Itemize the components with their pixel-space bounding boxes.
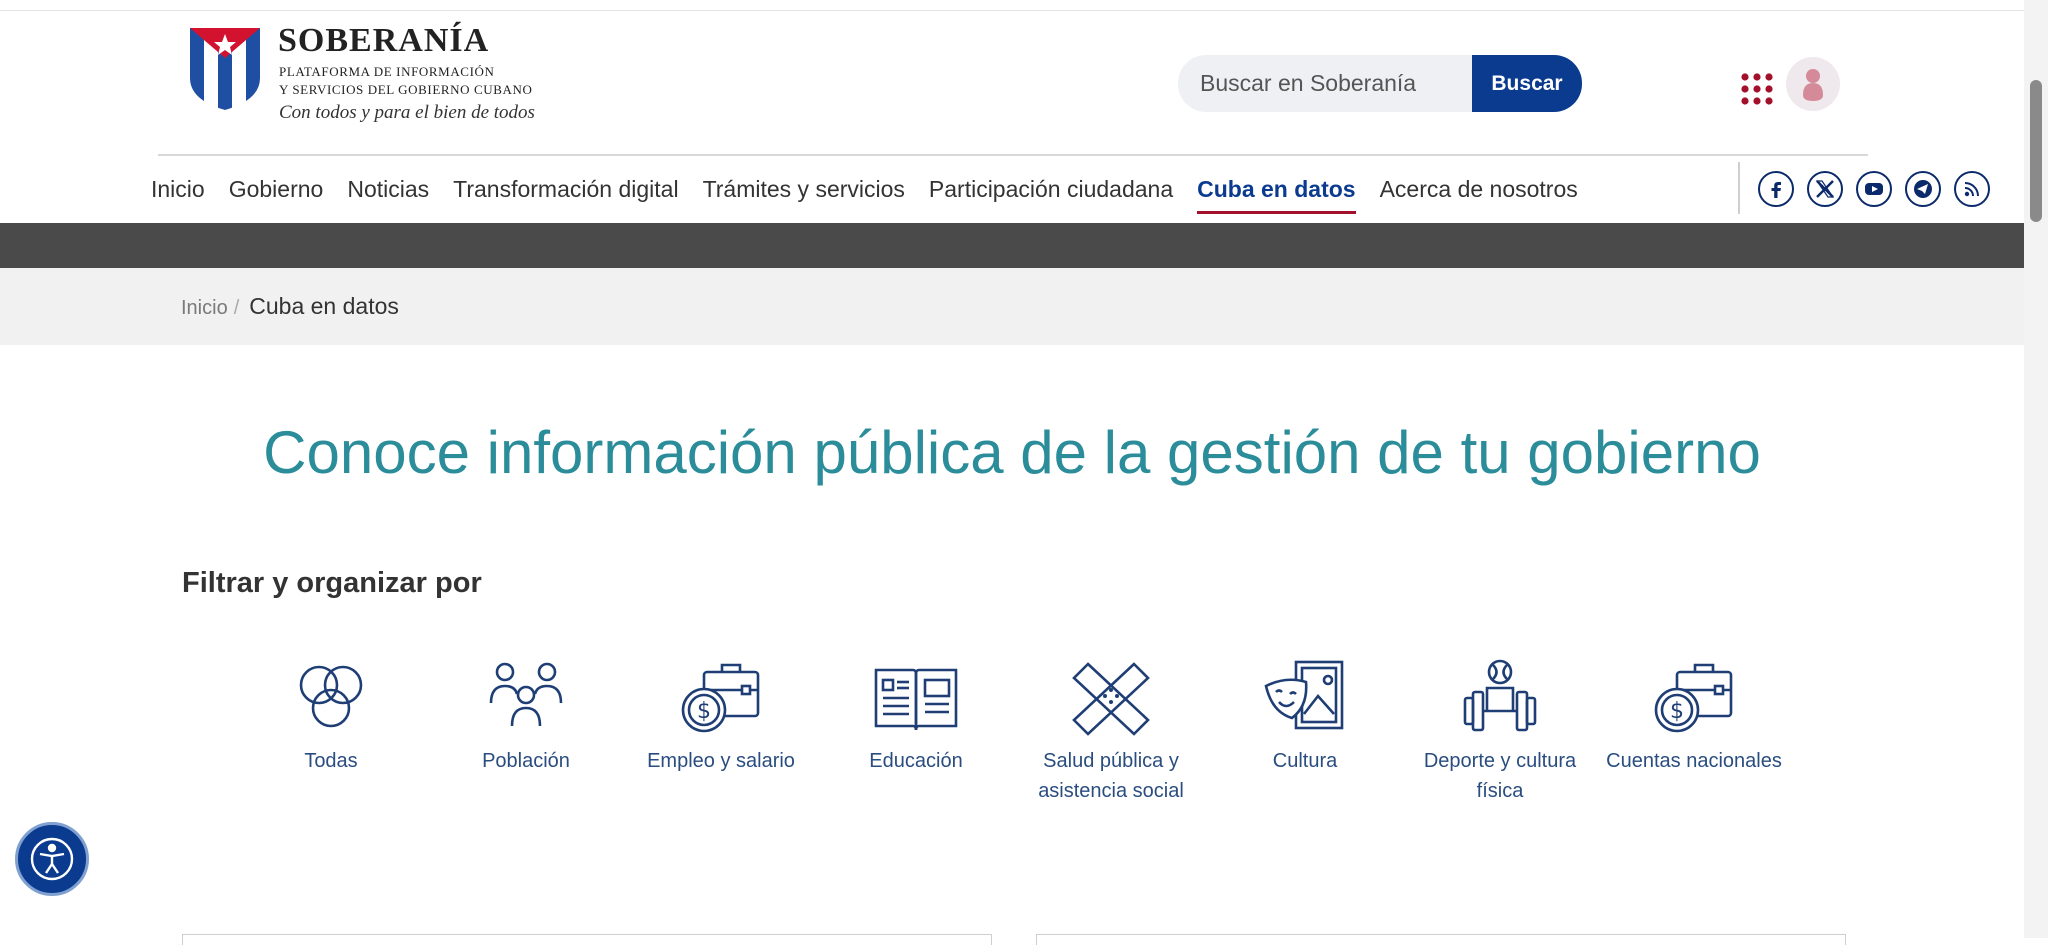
category-poblacion[interactable]: Población	[429, 658, 623, 776]
logo-subtitle-line2: Y SERVICIOS DEL GOBIERNO CUBANO	[279, 82, 533, 97]
svg-text:$: $	[697, 699, 711, 724]
category-label: Cuentas nacionales	[1606, 750, 1782, 772]
content-card	[1036, 934, 1846, 945]
user-icon	[1803, 69, 1823, 101]
youtube-icon[interactable]	[1856, 171, 1892, 207]
search-bar: Buscar	[1178, 55, 1582, 112]
apps-grid-icon[interactable]	[1740, 72, 1774, 106]
category-empleo-salario[interactable]: $ Empleo y salario	[624, 658, 818, 776]
bandage-icon	[1072, 662, 1150, 736]
scrollbar-thumb[interactable]	[2030, 80, 2042, 222]
category-label: Cultura	[1272, 750, 1338, 772]
rss-icon[interactable]	[1954, 171, 1990, 207]
user-avatar[interactable]	[1786, 57, 1840, 111]
category-label: Salud pública y asistencia social	[1038, 750, 1184, 802]
category-salud-publica[interactable]: Salud pública y asistencia social	[1014, 658, 1208, 806]
nav-item-transformacion-digital[interactable]: Transformación digital	[453, 170, 678, 214]
content-card	[182, 934, 992, 945]
category-deporte[interactable]: Deporte y cultura física	[1403, 658, 1597, 806]
nav-item-acerca-de-nosotros[interactable]: Acerca de nosotros	[1380, 170, 1578, 214]
facebook-icon[interactable]	[1758, 171, 1794, 207]
people-icon	[489, 662, 563, 727]
nav-item-inicio[interactable]: Inicio	[151, 170, 205, 214]
category-label: Deporte y cultura física	[1423, 750, 1577, 802]
category-todas[interactable]: Todas	[234, 658, 428, 776]
search-button[interactable]: Buscar	[1472, 55, 1582, 112]
accessibility-icon	[30, 837, 74, 881]
main-nav: Inicio Gobierno Noticias Transformación …	[151, 170, 1602, 220]
nav-item-noticias[interactable]: Noticias	[347, 170, 429, 214]
category-cultura[interactable]: Cultura	[1208, 658, 1402, 776]
accessibility-button[interactable]	[15, 822, 89, 896]
site-logo[interactable]: SOBERANÍA PLATAFORMA DE INFORMACIÓN Y SE…	[186, 22, 606, 130]
breadcrumb-home-link[interactable]: Inicio	[181, 297, 228, 320]
nav-item-tramites-servicios[interactable]: Trámites y servicios	[703, 170, 905, 214]
briefcase-money-icon: $	[681, 663, 760, 733]
nav-item-gobierno[interactable]: Gobierno	[229, 170, 324, 214]
telegram-icon[interactable]	[1905, 171, 1941, 207]
logo-subtitle-line1: PLATAFORMA DE INFORMACIÓN	[279, 64, 495, 79]
breadcrumb-current: Cuba en datos	[249, 293, 399, 319]
svg-text:$: $	[1670, 699, 1684, 724]
circles-icon	[299, 665, 363, 728]
nav-item-cuba-en-datos[interactable]: Cuba en datos	[1197, 170, 1356, 214]
header-dark-bar	[0, 223, 2024, 268]
filter-title: Filtrar y organizar por	[182, 567, 482, 599]
dumbbell-icon	[1463, 659, 1537, 732]
category-label: Educación	[869, 750, 963, 772]
breadcrumb-separator: /	[233, 297, 240, 319]
social-links	[1758, 171, 1990, 207]
x-icon[interactable]	[1807, 171, 1843, 207]
top-edge	[0, 0, 2024, 11]
category-cuentas-nacionales[interactable]: $ Cuentas nacionales	[1597, 658, 1791, 776]
search-input[interactable]	[1178, 55, 1478, 112]
header-divider	[158, 154, 1868, 156]
briefcase-money-icon: $	[1654, 663, 1733, 733]
category-label: Todas	[304, 750, 358, 772]
category-educacion[interactable]: Educación	[819, 658, 1013, 776]
logo-title: SOBERANÍA	[278, 22, 490, 59]
logo-motto: Con todos y para el bien de todos	[279, 102, 535, 123]
page-scrollbar[interactable]	[2024, 0, 2048, 938]
cuba-flag-shield-icon	[190, 28, 260, 110]
category-label: Empleo y salario	[647, 750, 795, 772]
page-headline: Conoce información pública de la gestión…	[263, 419, 1761, 486]
nav-item-participacion-ciudadana[interactable]: Participación ciudadana	[929, 170, 1173, 214]
breadcrumb: Inicio / Cuba en datos	[181, 293, 399, 320]
book-icon	[874, 668, 958, 731]
nav-divider	[1738, 162, 1740, 214]
theater-masks-icon	[1264, 660, 1344, 730]
category-label: Población	[482, 750, 570, 772]
